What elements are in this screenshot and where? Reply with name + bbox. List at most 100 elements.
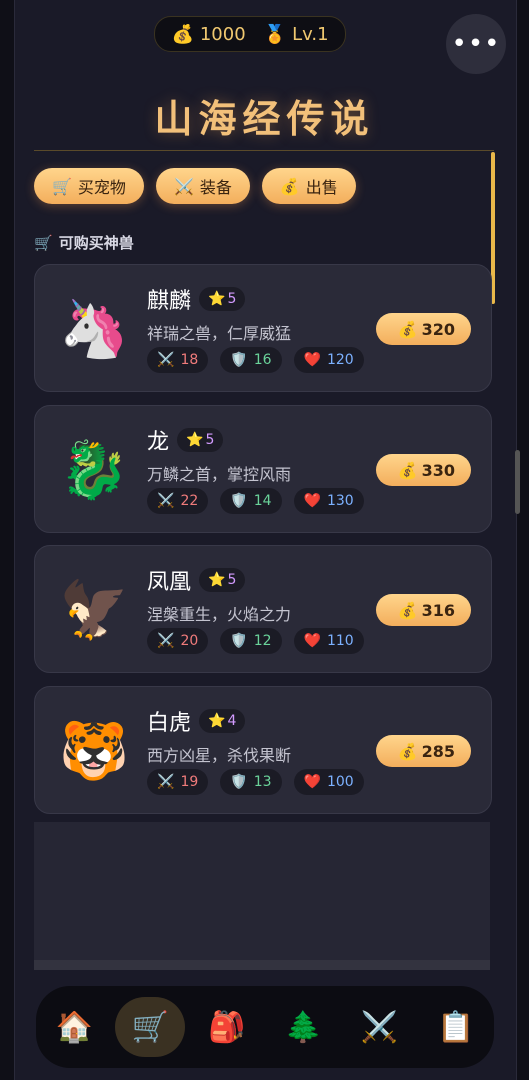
clipboard-icon: 📋 [437,1009,475,1045]
heart-icon: ❤️ [303,633,321,649]
eagle-icon: 🦅 [59,578,129,643]
attack-stat: ⚔️ 18 [147,347,209,373]
tab-label: 出售 [305,178,338,197]
tab-equipment[interactable]: ⚔️ 装备 [155,168,250,204]
rarity-badge: ⭐ 5 [177,428,224,452]
swords-icon: ⚔️ [157,774,175,790]
more-menu-button[interactable]: ••• [446,14,506,74]
defense-stat: 🛡️ 12 [220,628,282,654]
money-bag-icon: 💰 [279,176,300,196]
category-tabs: 🛒 买宠物 ⚔️ 装备 💰 出售 [34,168,356,204]
pet-card-white-tiger[interactable]: 🐯 白虎 ⭐ 4 西方凶星，杀伐果断 ⚔️ 19 🛡️ 13 ❤️ 100 💰 285 [34,686,492,814]
defense-stat: 🛡️ 14 [220,488,282,514]
page-title: 山海经传说 [154,96,375,141]
buy-button[interactable]: 💰 320 [375,313,471,345]
pet-description: 涅槃重生，火焰之力 [147,605,292,624]
pet-stats: ⚔️ 19 🛡️ 13 ❤️ 100 [147,769,364,795]
coin-icon: 💰 [397,741,418,761]
defense-value: 14 [253,493,272,509]
tab-label: 买宠物 [77,178,126,197]
tree-icon: 🌲 [284,1009,322,1045]
attack-stat: ⚔️ 22 [147,488,209,514]
attack-value: 20 [180,633,199,649]
coin-icon: 💰 [397,319,418,339]
defense-stat: 🛡️ 13 [220,769,282,795]
attack-value: 18 [180,352,199,368]
pet-stats: ⚔️ 22 🛡️ 14 ❤️ 130 [147,488,364,514]
rarity-badge: ⭐ 5 [199,287,246,311]
pet-name: 凤凰 [147,570,192,595]
pet-name: 白虎 [147,711,192,736]
tiger-icon: 🐯 [59,719,129,784]
list-bottom-divider [34,960,490,970]
nav-backpack[interactable]: 🎒 [192,997,262,1057]
star-icon: ⭐ [186,432,204,448]
pet-stats: ⚔️ 18 🛡️ 16 ❤️ 120 [147,347,364,373]
heart-icon: ❤️ [303,352,321,368]
backpack-icon: 🎒 [208,1009,246,1045]
pet-name: 龙 [147,430,170,455]
attack-stat: ⚔️ 20 [147,628,209,654]
shield-icon: 🛡️ [230,493,248,509]
outer-scrollbar-thumb[interactable] [515,450,520,514]
pet-card-qilin[interactable]: 🦄 麒麟 ⭐ 5 祥瑞之兽，仁厚威猛 ⚔️ 18 🛡️ 16 ❤️ 120 💰 320 [34,264,492,392]
nav-home[interactable]: 🏠 [39,997,109,1057]
star-icon: ⭐ [208,291,226,307]
star-count: 5 [205,432,215,448]
more-icon: ••• [451,29,501,59]
unicorn-icon: 🦄 [59,297,129,362]
empty-list-area [34,822,490,970]
resource-bar: 💰 1000 🏅 Lv.1 [154,16,346,52]
cart-icon: 🛒 [34,233,53,252]
nav-tasks[interactable]: 📋 [421,997,491,1057]
health-value: 110 [326,633,354,649]
attack-stat: ⚔️ 19 [147,769,209,795]
pet-description: 西方凶星，杀伐果断 [147,746,292,765]
rarity-badge: ⭐ 5 [199,568,246,592]
swords-icon: ⚔️ [157,493,175,509]
star-count: 4 [227,713,237,729]
star-icon: ⭐ [208,572,226,588]
pet-card-dragon[interactable]: 🐉 龙 ⭐ 5 万鳞之首，掌控风雨 ⚔️ 22 🛡️ 14 ❤️ 130 💰 330 [34,405,492,533]
coin-amount: 1000 [199,23,246,45]
nav-shop[interactable]: 🛒 [115,997,186,1057]
section-heading: 🛒 可购买神兽 [34,232,134,253]
title-divider [34,150,494,151]
price-value: 330 [421,460,455,480]
buy-button[interactable]: 💰 330 [375,454,471,486]
heart-icon: ❤️ [303,774,321,790]
swords-icon: ⚔️ [157,352,175,368]
star-icon: ⭐ [208,713,226,729]
health-stat: ❤️ 100 [293,769,364,795]
section-title: 可购买神兽 [58,234,134,252]
defense-value: 12 [253,633,272,649]
price-value: 316 [421,600,455,620]
shield-icon: 🛡️ [230,352,248,368]
nav-battle[interactable]: ⚔️ [344,997,414,1057]
tab-buy-pets[interactable]: 🛒 买宠物 [34,168,144,204]
price-value: 320 [421,319,455,339]
medal-icon: 🏅 [263,23,287,45]
coin-icon: 💰 [397,600,418,620]
swords-icon: ⚔️ [360,1009,399,1045]
coin-icon: 💰 [171,23,194,45]
pet-card-phoenix[interactable]: 🦅 凤凰 ⭐ 5 涅槃重生，火焰之力 ⚔️ 20 🛡️ 12 ❤️ 110 💰 316 [34,545,492,673]
star-count: 5 [227,572,237,588]
health-stat: ❤️ 110 [293,628,364,654]
buy-button[interactable]: 💰 285 [375,735,471,767]
tab-sell[interactable]: 💰 出售 [261,168,356,204]
coin-counter: 💰 1000 [171,24,245,45]
coin-icon: 💰 [397,460,418,480]
shield-icon: 🛡️ [230,633,248,649]
defense-value: 13 [253,774,272,790]
bottom-nav: 🏠 🛒 🎒 🌲 ⚔️ 📋 [36,986,494,1068]
attack-value: 22 [180,493,199,509]
buy-button[interactable]: 💰 316 [375,594,471,626]
swords-icon: ⚔️ [157,633,175,649]
nav-explore[interactable]: 🌲 [268,997,338,1057]
level-text: Lv.1 [292,23,329,45]
pet-description: 万鳞之首，掌控风雨 [147,465,292,484]
price-value: 285 [421,741,455,761]
shield-icon: 🛡️ [230,774,248,790]
swords-icon: ⚔️ [173,176,194,196]
